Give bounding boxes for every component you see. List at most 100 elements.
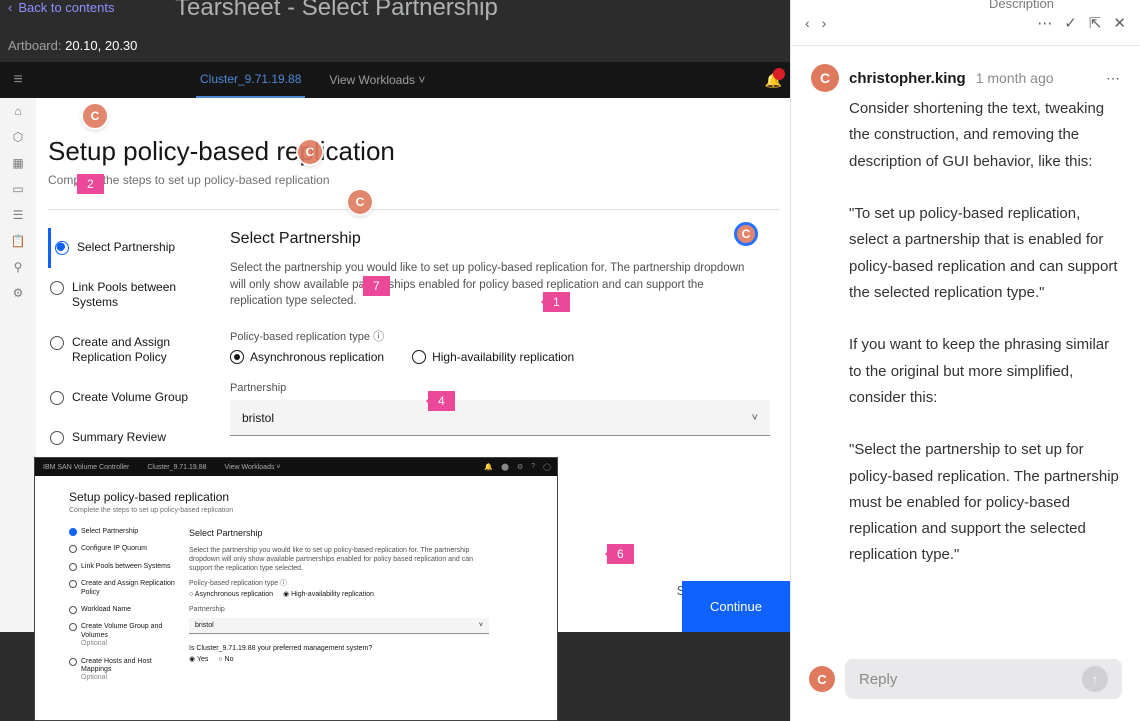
step-indicator-icon <box>50 281 64 295</box>
avatar: C <box>809 666 835 692</box>
chevron-down-icon: ˅ <box>752 412 758 424</box>
partnership-select[interactable]: bristol ˅ <box>230 400 770 436</box>
thumb-no: ○ No <box>218 655 233 664</box>
step-create-policy[interactable]: Create and Assign Replication Policy <box>48 323 208 378</box>
close-icon[interactable]: ✕ <box>1113 14 1126 32</box>
view-workloads-tab[interactable]: View Workloads ˅ <box>329 73 425 87</box>
comment-menu-icon[interactable]: ⋯ <box>1106 70 1120 87</box>
prev-comment-icon[interactable]: ‹ <box>805 15 810 31</box>
user-icon[interactable]: ⚲ <box>14 260 23 274</box>
thumb-gear-icon: ⚙ <box>517 463 523 471</box>
avatar: C <box>811 64 839 92</box>
thumb-question: Is Cluster_9.71.19.88 your preferred man… <box>189 644 489 653</box>
view-workloads-label: View Workloads <box>329 73 415 87</box>
more-icon[interactable]: ⋯ <box>1037 14 1052 32</box>
description-hint: Description <box>786 0 1134 11</box>
comment-marker-c[interactable]: C <box>348 190 372 214</box>
reply-input[interactable]: Reply ↑ <box>845 659 1122 699</box>
bell-icon[interactable]: 🔔 <box>765 72 782 89</box>
content-desc: Select the partnership you would like to… <box>230 260 750 310</box>
thumb-dot-icon: ⬤ <box>501 463 509 471</box>
thumb-radio-async: ○ Asynchronous replication <box>189 590 273 599</box>
step-indicator-icon <box>50 336 64 350</box>
thumb-content-desc: Select the partnership you would like to… <box>189 546 489 573</box>
app-topbar: ≡ Cluster_9.71.19.88 View Workloads ˅ 🔔 <box>0 62 790 98</box>
comment-marker-c-active[interactable]: C <box>734 222 758 246</box>
comment-username: christopher.king <box>849 70 966 87</box>
wizard-steps: Select Partnership Link Pools between Sy… <box>48 210 208 492</box>
select-value: bristol <box>242 411 274 425</box>
popout-icon[interactable]: ⇱ <box>1089 14 1102 32</box>
thumb-content-title: Select Partnership <box>189 528 489 540</box>
resolve-icon[interactable]: ✓ <box>1064 14 1077 32</box>
chart-icon[interactable]: ⬡ <box>13 130 23 144</box>
next-comment-icon[interactable]: › <box>822 15 827 31</box>
radio-label: High-availability replication <box>432 350 574 364</box>
rep-type-label: Policy-based replication type ⓘ <box>230 328 780 344</box>
comment-panel: ‹ › ⋯ ✓ ⇱ ✕ C christopher.king 1 month a… <box>790 0 1140 721</box>
home-icon[interactable]: ⌂ <box>14 104 21 118</box>
comment-marker-c[interactable]: C <box>83 104 107 128</box>
thumb-step: Create Volume Group and VolumesOptional <box>69 623 179 648</box>
hamburger-icon[interactable]: ≡ <box>0 71 36 89</box>
step-select-partnership[interactable]: Select Partnership <box>48 228 208 268</box>
annotation-tag-7[interactable]: 7 <box>363 276 390 296</box>
wizard-title: Setup policy-based replication <box>48 136 780 167</box>
partnership-label: Partnership <box>230 382 780 394</box>
thumb-rep-label: Policy-based replication type ⓘ <box>189 579 489 588</box>
thumb-bell-icon: 🔔 <box>484 463 493 471</box>
continue-button[interactable]: Continue <box>682 581 790 632</box>
thumb-select: bristol˅ <box>189 618 489 634</box>
annotation-tag-4[interactable]: 4 <box>428 391 455 411</box>
chevron-left-icon: ‹ <box>8 0 12 15</box>
thumb-radio-ha: ◉ High-availability replication <box>283 590 374 599</box>
content-title: Select Partnership <box>230 230 780 248</box>
thumb-yes: ◉ Yes <box>189 655 208 664</box>
step-label: Create Volume Group <box>72 390 188 406</box>
artboard-thumbnail[interactable]: IBM SAN Volume Controller Cluster_9.71.1… <box>34 457 558 721</box>
radio-ha[interactable]: High-availability replication <box>412 350 574 364</box>
grid-icon[interactable]: ▦ <box>12 156 23 170</box>
step-label: Summary Review <box>72 430 166 446</box>
notification-badge <box>773 68 785 80</box>
annotation-tag-1[interactable]: 1 <box>543 292 570 312</box>
thumb-help-icon: ? <box>531 463 535 471</box>
artboard-label: Artboard: <box>8 38 61 53</box>
reply-placeholder: Reply <box>859 671 897 688</box>
layers-icon[interactable]: ☰ <box>13 208 24 222</box>
cluster-tab[interactable]: Cluster_9.71.19.88 <box>196 62 305 98</box>
comment-marker-c[interactable]: C <box>298 140 322 164</box>
step-indicator-icon <box>50 391 64 405</box>
thumb-step: Configure IP Quorum <box>69 545 179 553</box>
radio-icon <box>230 350 244 364</box>
thumb-step: Workload Name <box>69 606 179 614</box>
annotation-tag-6[interactable]: 6 <box>607 544 634 564</box>
left-icon-rail: ⌂ ⬡ ▦ ▭ ☰ 📋 ⚲ ⚙ <box>0 98 36 632</box>
monitor-icon[interactable]: ▭ <box>12 182 23 196</box>
chevron-down-icon: ˅ <box>418 73 425 87</box>
comment-text: Consider shortening the text, tweaking t… <box>849 96 1120 569</box>
page-title: Tearsheet - Select Partnership <box>175 0 498 22</box>
info-icon[interactable]: ⓘ <box>373 331 384 343</box>
thumb-view: View Workloads ˅ <box>225 464 281 471</box>
step-label: Select Partnership <box>77 240 175 256</box>
step-link-pools[interactable]: Link Pools between Systems <box>48 268 208 323</box>
thumb-cluster: Cluster_9.71.19.88 <box>147 464 206 471</box>
step-label: Link Pools between Systems <box>72 280 202 311</box>
comment-timestamp: 1 month ago <box>976 70 1054 86</box>
thumb-step: Create and Assign Replication Policy <box>69 580 179 597</box>
thumb-step: Select Partnership <box>69 528 179 536</box>
back-link[interactable]: ‹ Back to contents <box>8 0 114 15</box>
clipboard-icon[interactable]: 📋 <box>11 234 26 248</box>
gear-icon[interactable]: ⚙ <box>13 286 24 300</box>
step-create-volume[interactable]: Create Volume Group <box>48 378 208 418</box>
radio-label: Asynchronous replication <box>250 350 384 364</box>
wizard-subtitle: Complete the steps to set up policy-base… <box>48 173 780 187</box>
thumb-product: IBM SAN Volume Controller <box>43 464 129 471</box>
thumb-user-icon: ◯ <box>543 463 551 471</box>
thumb-step: Link Pools between Systems <box>69 563 179 571</box>
annotation-tag-2[interactable]: 2 <box>77 174 104 194</box>
step-summary[interactable]: Summary Review <box>48 418 208 458</box>
send-icon[interactable]: ↑ <box>1082 666 1108 692</box>
radio-async[interactable]: Asynchronous replication <box>230 350 384 364</box>
